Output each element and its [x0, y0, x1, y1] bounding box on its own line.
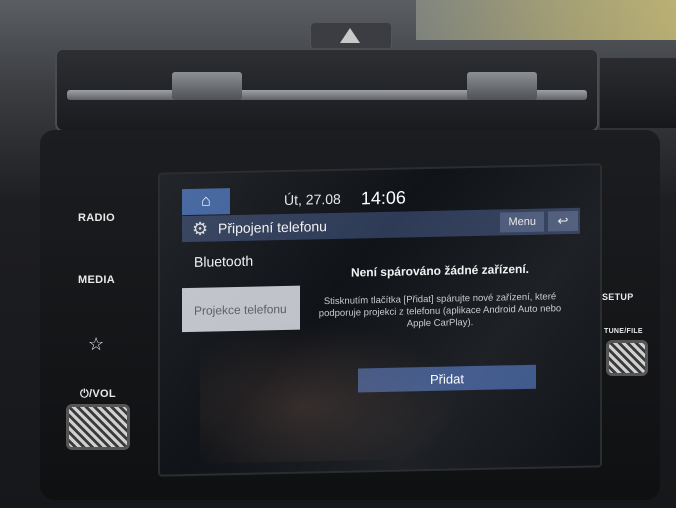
hazard-triangle-icon	[340, 28, 360, 43]
tune-knob[interactable]	[606, 340, 648, 376]
date-display: Út, 27.08	[284, 190, 341, 209]
favorite-star-icon[interactable]: ☆	[88, 334, 104, 355]
home-icon: ⌂	[201, 192, 211, 210]
air-vent	[55, 48, 599, 132]
add-device-button[interactable]: Přidat	[358, 364, 536, 393]
setup-button[interactable]: SETUP	[602, 292, 634, 302]
no-device-headline: Není spárováno žádné zařízení.	[350, 261, 530, 280]
sidebar-item-bluetooth[interactable]: Bluetooth	[182, 244, 300, 278]
page-title: Připojení telefonu	[218, 218, 327, 237]
power-volume-label: ⏻/VOL	[80, 388, 116, 400]
back-button[interactable]: ↩	[548, 210, 578, 232]
hazard-button[interactable]	[310, 22, 392, 50]
volume-knob[interactable]	[66, 404, 130, 450]
tune-file-label: TUNE/FILE	[604, 328, 643, 335]
sidebar-item-phone-projection[interactable]: Projekce telefonu	[182, 285, 300, 333]
main-content: Není spárováno žádné zařízení. Stisknutí…	[305, 261, 575, 333]
pairing-instructions: Stisknutím tlačítka [Přidat] spárujte no…	[318, 291, 562, 330]
media-button[interactable]: MEDIA	[78, 274, 115, 286]
vent-adjust-tab[interactable]	[467, 72, 537, 100]
menu-button[interactable]: Menu	[500, 211, 544, 233]
home-button[interactable]: ⌂	[182, 188, 230, 216]
sidebar: Bluetooth Projekce telefonu	[182, 244, 300, 333]
infotainment-screen: ⌂ Út, 27.08 14:06 ⚙ Připojení telefonu M…	[158, 163, 602, 477]
side-air-vent	[600, 58, 676, 128]
back-arrow-icon: ↩	[557, 213, 569, 229]
windshield-glare	[416, 0, 676, 40]
radio-button[interactable]: RADIO	[78, 212, 115, 224]
gear-icon: ⚙	[192, 218, 209, 239]
time-display: 14:06	[360, 186, 406, 208]
vent-adjust-tab[interactable]	[172, 72, 242, 100]
